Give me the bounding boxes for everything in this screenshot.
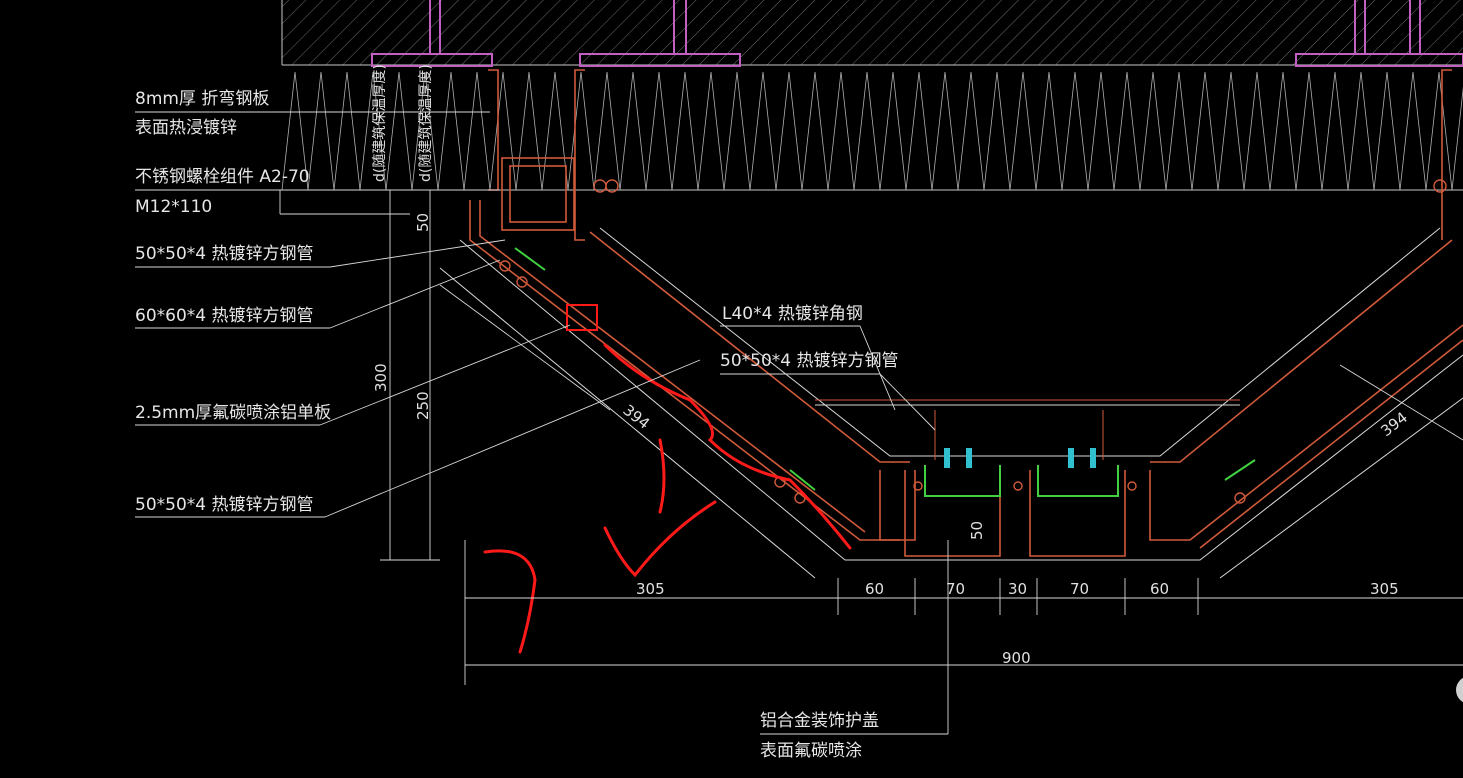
label-cover-2: 表面氟碳喷涂 — [760, 741, 862, 761]
dim-250: 250 — [414, 391, 432, 420]
insulation-layer — [281, 71, 1463, 191]
label-angle-l40: L40*4 热镀锌角钢 — [722, 304, 863, 324]
dim-30: 30 — [1008, 580, 1027, 598]
label-tube-50-b: 50*50*4 热镀锌方钢管 — [135, 495, 313, 515]
cyan-bolts — [944, 448, 1096, 468]
dim-50-mid: 50 — [968, 521, 986, 540]
cad-drawing: 8mm厚 折弯钢板 表面热浸镀锌 不锈钢螺栓组件 A2-70 M12*110 5… — [135, 0, 1463, 761]
dim-60-b: 60 — [1150, 580, 1169, 598]
dim-slope-left: 394 — [620, 401, 654, 433]
label-al-panel: 2.5mm厚氟碳喷涂铝单板 — [135, 403, 331, 423]
leader-lines — [135, 111, 949, 735]
green-clips — [514, 247, 1256, 497]
annotations: 8mm厚 折弯钢板 表面热浸镀锌 不锈钢螺栓组件 A2-70 M12*110 5… — [135, 64, 1411, 761]
steel-frame — [469, 69, 1463, 557]
dim-305-right: 305 — [1370, 580, 1399, 598]
vertical-label-left: d(随建筑保温厚度) — [372, 64, 388, 182]
label-cover-1: 铝合金装饰护盖 — [760, 711, 879, 731]
label-hot-dip: 表面热浸镀锌 — [135, 118, 237, 138]
label-tube-50-a: 50*50*4 热镀锌方钢管 — [135, 244, 313, 264]
dim-300: 300 — [372, 363, 390, 392]
dim-50-left: 50 — [414, 213, 432, 232]
label-tube-60: 60*60*4 热镀锌方钢管 — [135, 306, 313, 326]
dimension-lines — [380, 190, 1463, 685]
dim-70-a: 70 — [946, 580, 965, 598]
dim-slope-right: 394 — [1377, 408, 1411, 440]
dim-900: 900 — [1002, 649, 1031, 667]
label-tube-50-c: 50*50*4 热镀锌方钢管 — [720, 351, 898, 371]
dim-60-a: 60 — [865, 580, 884, 598]
label-bolt-set: 不锈钢螺栓组件 A2-70 — [135, 167, 310, 187]
label-bolt-size: M12*110 — [135, 197, 212, 217]
dim-70-b: 70 — [1070, 580, 1089, 598]
vertical-label-right: d(随建筑保温厚度) — [418, 64, 434, 182]
outline-lines — [439, 227, 1463, 579]
bolt-circles — [499, 179, 1447, 504]
scroll-handle[interactable] — [1456, 676, 1463, 704]
dim-305-left: 305 — [636, 580, 665, 598]
concrete-wall — [281, 0, 1463, 66]
label-bent-plate: 8mm厚 折弯钢板 — [135, 89, 269, 109]
